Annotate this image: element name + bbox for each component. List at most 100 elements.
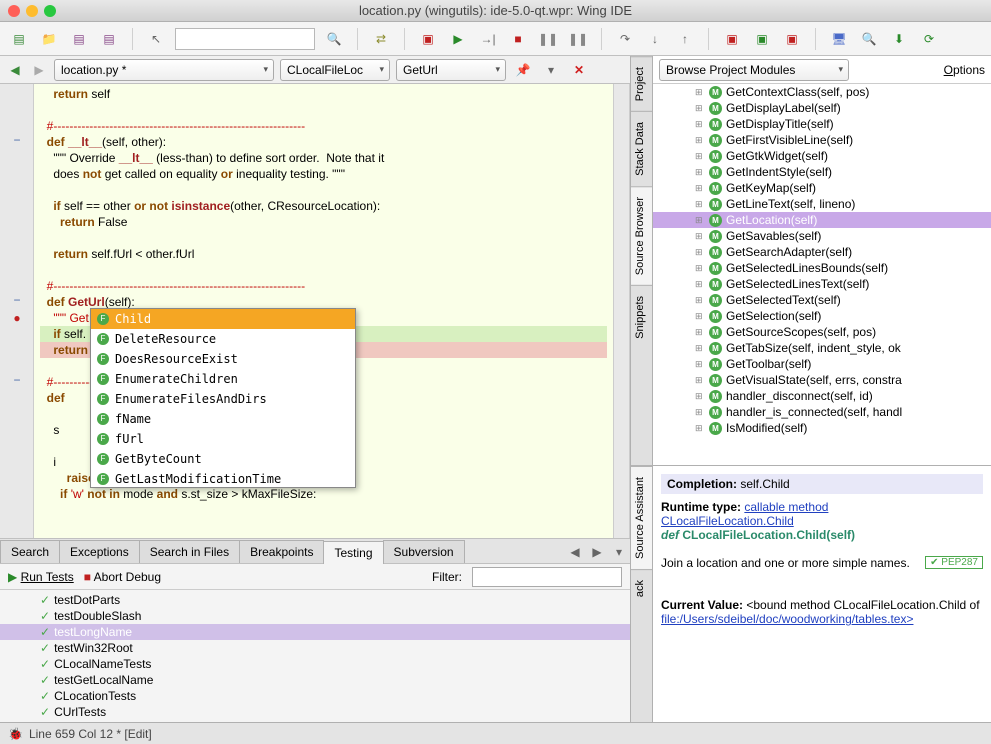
step-over-icon[interactable]: ↷: [614, 28, 636, 50]
vtab-project[interactable]: Project: [631, 56, 652, 111]
tree-method[interactable]: ⊞MGetKeyMap(self): [653, 180, 991, 196]
open-file-icon[interactable]: 📁: [38, 28, 60, 50]
tree-method[interactable]: ⊞MGetSavables(self): [653, 228, 991, 244]
tab-testing[interactable]: Testing: [323, 541, 383, 564]
editor-scrollbar[interactable]: [613, 84, 629, 538]
tree-method[interactable]: ⊞MGetDisplayTitle(self): [653, 116, 991, 132]
current-value-link[interactable]: file:/Users/sdeibel/doc/woodworking/tabl…: [661, 612, 913, 626]
tree-method[interactable]: ⊞MGetSelection(self): [653, 308, 991, 324]
tree-method[interactable]: ⊞MGetVisualState(self, errs, constra: [653, 372, 991, 388]
step-into-icon[interactable]: ↓: [644, 28, 666, 50]
pause-icon[interactable]: ❚❚: [537, 28, 559, 50]
test-row[interactable]: ✓testWin32Root: [0, 640, 630, 656]
replace-icon[interactable]: ⇄: [370, 28, 392, 50]
tabs-right-icon[interactable]: ▶: [586, 541, 608, 563]
completion-item[interactable]: FDeleteResource: [91, 329, 355, 349]
runtime-link1[interactable]: callable method: [744, 500, 828, 514]
tree-method[interactable]: ⊞MGetGtkWidget(self): [653, 148, 991, 164]
tree-method[interactable]: ⊞MGetLocation(self): [653, 212, 991, 228]
runtime-link2[interactable]: CLocalFileLocation.Child: [661, 514, 794, 528]
filter-input[interactable]: [472, 567, 622, 587]
tree-method[interactable]: ⊞MGetSelectedText(self): [653, 292, 991, 308]
tree-method[interactable]: ⊞MGetIndentStyle(self): [653, 164, 991, 180]
search2-icon[interactable]: 🔍: [858, 28, 880, 50]
menu-icon[interactable]: ▾: [540, 59, 562, 81]
test-row[interactable]: ✓CUrlTests: [0, 704, 630, 720]
tree-method[interactable]: ⊞MGetTabSize(self, indent_style, ok: [653, 340, 991, 356]
nav-back-icon[interactable]: ◀: [6, 61, 24, 79]
search-input[interactable]: [175, 28, 315, 50]
test-row[interactable]: ✓testDoubleSlash: [0, 608, 630, 624]
tab-exceptions[interactable]: Exceptions: [59, 540, 140, 563]
test-row[interactable]: ✓CLocalNameTests: [0, 656, 630, 672]
tab-search[interactable]: Search: [0, 540, 60, 563]
abort-debug-button[interactable]: ■ Abort Debug: [84, 570, 161, 584]
test-row[interactable]: ✓testLongName: [0, 624, 630, 640]
completion-item[interactable]: FGetByteCount: [91, 449, 355, 469]
tree-method[interactable]: ⊞MGetSelectedLinesBounds(self): [653, 260, 991, 276]
stop-icon[interactable]: ■: [507, 28, 529, 50]
tree-method[interactable]: ⊞MGetToolbar(self): [653, 356, 991, 372]
gutter[interactable]: − − ● −: [0, 84, 34, 538]
tree-method[interactable]: ⊞Mhandler_disconnect(self, id): [653, 388, 991, 404]
module-tree[interactable]: ⊞MGetContextClass(self, pos)⊞MGetDisplay…: [653, 84, 991, 465]
completion-item[interactable]: FEnumerateChildren: [91, 369, 355, 389]
scope-combo[interactable]: CLocalFileLoc: [280, 59, 390, 81]
test-row[interactable]: ✓CLocationTests: [0, 688, 630, 704]
save-all-icon[interactable]: ▤: [98, 28, 120, 50]
tabs-left-icon[interactable]: ◀: [564, 541, 586, 563]
vtab-snippets[interactable]: Snippets: [631, 285, 652, 349]
step-out-icon[interactable]: ↑: [674, 28, 696, 50]
pin-icon[interactable]: 📌: [512, 59, 534, 81]
member-combo[interactable]: GetUrl: [396, 59, 506, 81]
tree-method[interactable]: ⊞MGetLineText(self, lineno): [653, 196, 991, 212]
breakpoint2-icon[interactable]: ▣: [751, 28, 773, 50]
tree-method[interactable]: ⊞MGetFirstVisibleLine(self): [653, 132, 991, 148]
tree-method[interactable]: ⊞MGetDisplayLabel(self): [653, 100, 991, 116]
tree-method[interactable]: ⊞MGetSourceScopes(self, pos): [653, 324, 991, 340]
tabs-menu-icon[interactable]: ▾: [608, 541, 630, 563]
options-link[interactable]: OOptionsptions: [944, 63, 985, 77]
completion-item[interactable]: FGetLastModificationTime: [91, 469, 355, 488]
goto-icon[interactable]: ↖: [145, 28, 167, 50]
browse-mode-combo[interactable]: Browse Project Modules: [659, 59, 849, 81]
tree-method[interactable]: ⊞Mhandler_is_connected(self, handl: [653, 404, 991, 420]
breakpoint3-icon[interactable]: ▣: [781, 28, 803, 50]
step-icon[interactable]: →|: [477, 28, 499, 50]
save-icon[interactable]: ▤: [68, 28, 90, 50]
vtab-source-assistant[interactable]: Source Assistant: [631, 466, 652, 569]
close-tab-icon[interactable]: ✕: [568, 59, 590, 81]
completion-item[interactable]: FDoesResourceExist: [91, 349, 355, 369]
file-combo[interactable]: location.py *: [54, 59, 274, 81]
run-tests-button[interactable]: ▶ Run Tests: [8, 570, 74, 584]
new-file-icon[interactable]: ▤: [8, 28, 30, 50]
run-icon[interactable]: ▶: [447, 28, 469, 50]
code-editor[interactable]: − − ● − return self #-------------------…: [0, 84, 630, 538]
test-row[interactable]: ✓testDotParts: [0, 592, 630, 608]
monitor-icon[interactable]: 🖥: [828, 28, 850, 50]
stop-file-icon[interactable]: ▣: [417, 28, 439, 50]
vtab-stack-data[interactable]: Stack Data: [631, 111, 652, 186]
tab-search-in-files[interactable]: Search in Files: [139, 540, 240, 563]
tree-method[interactable]: ⊞MIsModified(self): [653, 420, 991, 436]
tab-subversion[interactable]: Subversion: [383, 540, 465, 563]
test-row[interactable]: ✓testGetLocalName: [0, 672, 630, 688]
completion-item[interactable]: FEnumerateFilesAndDirs: [91, 389, 355, 409]
completion-item[interactable]: FfName: [91, 409, 355, 429]
tree-method[interactable]: ⊞MGetContextClass(self, pos): [653, 84, 991, 100]
download-icon[interactable]: ⬇: [888, 28, 910, 50]
refresh-icon[interactable]: ⟳: [918, 28, 940, 50]
nav-fwd-icon[interactable]: ▶: [30, 61, 48, 79]
tree-method[interactable]: ⊞MGetSelectedLinesText(self): [653, 276, 991, 292]
vtab-ack[interactable]: ack: [631, 569, 652, 607]
tree-method[interactable]: ⊞MGetSearchAdapter(self): [653, 244, 991, 260]
search-icon[interactable]: 🔍: [323, 28, 345, 50]
pause2-icon[interactable]: ❚❚: [567, 28, 589, 50]
completion-popup[interactable]: FChildFDeleteResourceFDoesResourceExistF…: [90, 308, 356, 488]
tab-breakpoints[interactable]: Breakpoints: [239, 540, 324, 563]
tests-tree[interactable]: ✓testDotParts✓testDoubleSlash✓testLongNa…: [0, 590, 630, 722]
vtab-source-browser[interactable]: Source Browser: [631, 186, 652, 285]
completion-item[interactable]: FfUrl: [91, 429, 355, 449]
breakpoint1-icon[interactable]: ▣: [721, 28, 743, 50]
completion-item[interactable]: FChild: [91, 309, 355, 329]
